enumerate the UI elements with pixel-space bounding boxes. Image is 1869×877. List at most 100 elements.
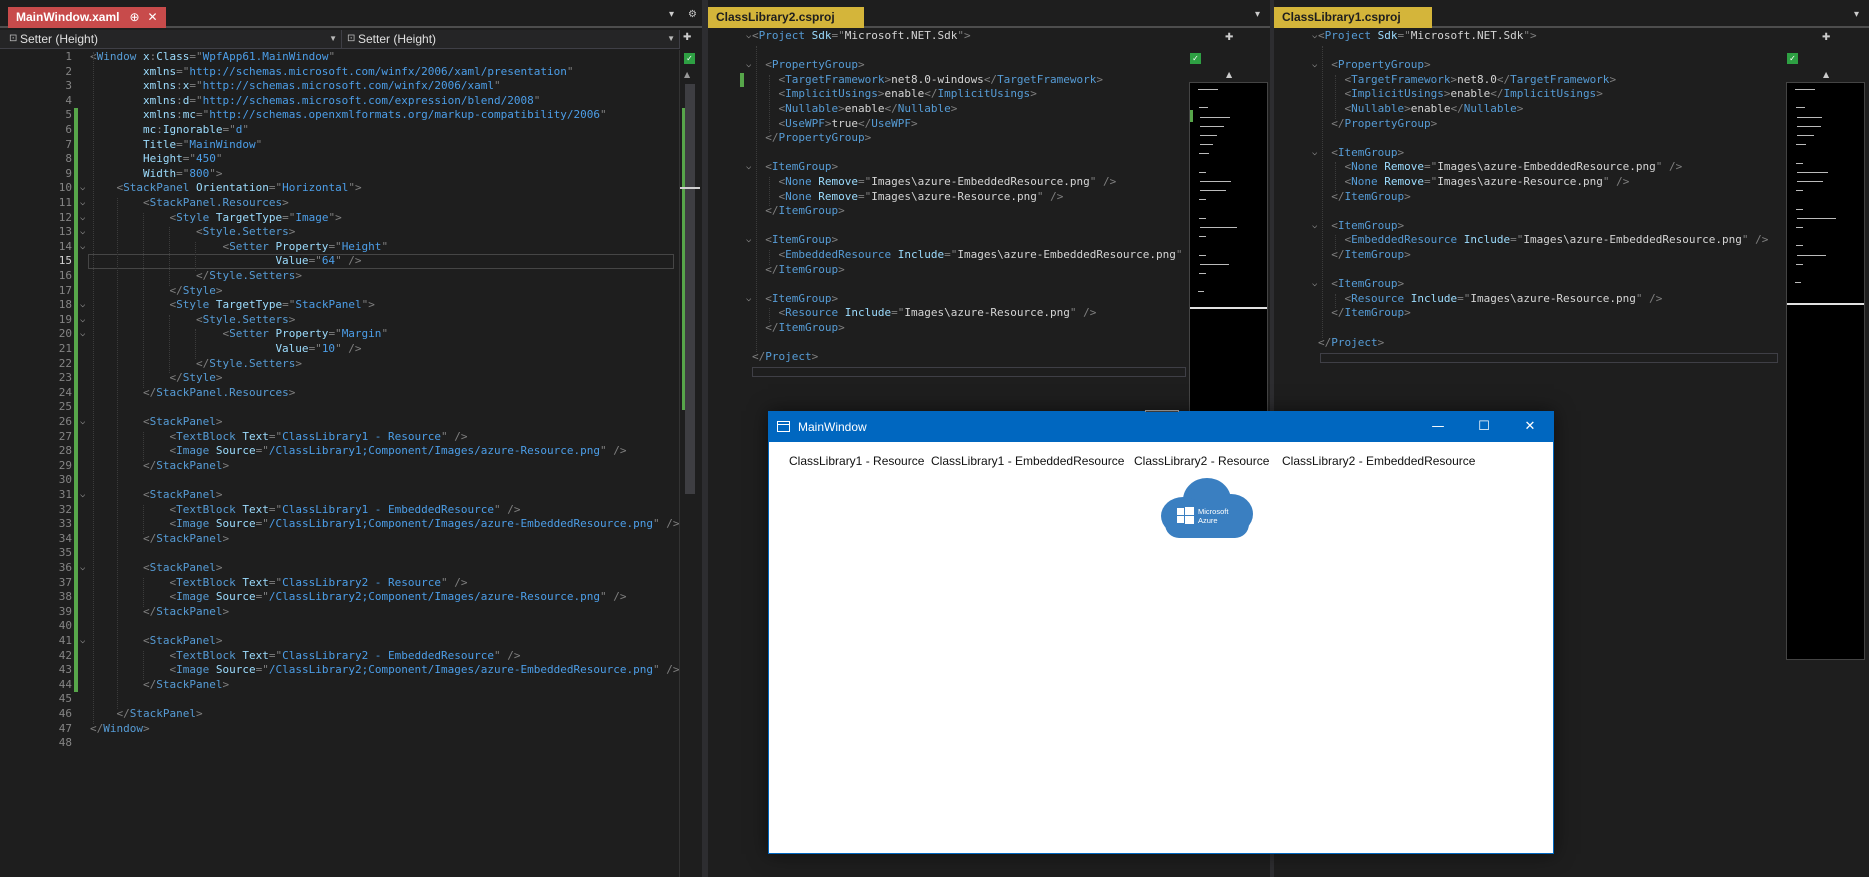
code-line[interactable] — [1274, 131, 1843, 146]
scroll-up-icon[interactable]: ▲ — [1226, 70, 1232, 79]
code-line[interactable]: 33 <Image Source="/ClassLibrary1;Compone… — [0, 517, 679, 532]
pin-icon[interactable]: ⊕ — [129, 10, 139, 24]
code-line[interactable]: ⌵ <ItemGroup> — [1274, 146, 1843, 161]
nav-member-dropdown[interactable]: ⊡ Setter (Height) ▼ — [346, 30, 680, 49]
code-line[interactable]: <None Remove="Images\azure-EmbeddedResou… — [708, 175, 1244, 190]
code-line[interactable]: 23 </Style> — [0, 371, 676, 386]
close-icon[interactable]: ✕ — [148, 10, 158, 24]
wpf-titlebar[interactable]: MainWindow — ☐ ✕ — [769, 412, 1553, 442]
code-line[interactable]: </ItemGroup> — [1274, 306, 1843, 321]
code-line[interactable]: </Project> — [1274, 336, 1843, 351]
fold-chevron-icon[interactable]: ⌵ — [746, 292, 751, 307]
fold-chevron-icon[interactable]: ⌵ — [1312, 146, 1317, 161]
fold-chevron-icon[interactable]: ⌵ — [1312, 219, 1317, 234]
code-line[interactable]: 38 <Image Source="/ClassLibrary2;Compone… — [0, 590, 676, 605]
code-line[interactable]: 36 ⌵ <StackPanel> — [0, 561, 676, 576]
code-line[interactable]: </PropertyGroup> — [708, 131, 1244, 146]
code-line[interactable] — [708, 44, 1244, 59]
code-line[interactable] — [1274, 321, 1843, 336]
code-line[interactable]: 35 — [0, 546, 676, 561]
code-line[interactable]: 8 Height="450" — [0, 152, 676, 167]
code-line[interactable]: 3 xmlns:x="http://schemas.microsoft.com/… — [0, 79, 676, 94]
code-line[interactable] — [1274, 263, 1843, 278]
fold-chevron-icon[interactable]: ⌵ — [746, 29, 751, 44]
code-line[interactable]: <EmbeddedResource Include="Images\azure-… — [1274, 233, 1843, 248]
code-line[interactable] — [708, 146, 1244, 161]
tab-classlibrary1-csproj[interactable]: ClassLibrary1.csproj — [1274, 7, 1432, 28]
code-line[interactable]: 13 ⌵ <Style.Setters> — [0, 225, 676, 240]
code-line[interactable]: 24 </StackPanel.Resources> — [0, 385, 676, 401]
code-line[interactable]: 18 ⌵ <Style TargetType="StackPanel"> — [0, 298, 676, 313]
code-line[interactable]: 46 </StackPanel> — [0, 707, 676, 722]
code-line[interactable]: 29 </StackPanel> — [0, 458, 676, 474]
code-line[interactable]: 26 ⌵ <StackPanel> — [0, 415, 676, 430]
fold-chevron-icon[interactable]: ⌵ — [80, 561, 85, 576]
scroll-up-icon[interactable]: ▲ — [1823, 70, 1829, 79]
code-line[interactable]: 34 </StackPanel> — [0, 531, 676, 547]
code-line[interactable]: 40 — [0, 619, 676, 634]
code-line[interactable]: ⌵ <Project Sdk="Microsoft.NET.Sdk"> — [1274, 29, 1843, 44]
code-line[interactable]: <TargetFramework>net8.0</TargetFramework… — [1274, 73, 1843, 88]
cl1-minimap[interactable] — [1786, 82, 1865, 660]
code-line[interactable]: 30 — [0, 473, 676, 488]
fold-chevron-icon[interactable]: ⌵ — [1312, 277, 1317, 292]
code-line[interactable]: <ImplicitUsings>enable</ImplicitUsings> — [708, 87, 1244, 102]
fold-chevron-icon[interactable]: ⌵ — [80, 181, 85, 196]
cl1-horizontal-scrollbar[interactable] — [1320, 353, 1778, 363]
code-line[interactable]: <UseWPF>true</UseWPF> — [708, 117, 1244, 132]
code-line[interactable]: ⌵ <ItemGroup> — [1274, 277, 1843, 292]
maximize-button[interactable]: ☐ — [1461, 412, 1507, 442]
xaml-vertical-scrollbar[interactable]: ✓ ▲ — [679, 50, 700, 877]
code-line[interactable]: 45 — [0, 692, 676, 707]
cl2-minimap[interactable] — [1189, 82, 1268, 434]
code-line[interactable]: <Resource Include="Images\azure-Resource… — [1274, 292, 1843, 307]
code-line[interactable]: <TargetFramework>net8.0-windows</TargetF… — [708, 72, 1244, 88]
code-line[interactable]: 7 Title="MainWindow" — [0, 137, 676, 153]
code-line[interactable]: ⌵ <Project Sdk="Microsoft.NET.Sdk"> — [708, 29, 1244, 44]
gear-icon[interactable]: ⚙ — [688, 9, 697, 20]
code-line[interactable]: 48 — [0, 736, 676, 751]
code-line[interactable]: </PropertyGroup> — [1274, 117, 1843, 132]
code-line[interactable]: ⌵ <ItemGroup> — [1274, 219, 1843, 234]
code-line[interactable]: 12 ⌵ <Style TargetType="Image"> — [0, 210, 676, 226]
code-line[interactable]: 6 mc:Ignorable="d" — [0, 123, 676, 138]
code-line[interactable]: </ItemGroup> — [1274, 248, 1843, 263]
code-line[interactable]: <ImplicitUsings>enable</ImplicitUsings> — [1274, 87, 1843, 102]
code-line[interactable]: 28 <Image Source="/ClassLibrary1;Compone… — [0, 444, 676, 459]
fold-chevron-icon[interactable]: ⌵ — [80, 240, 85, 255]
code-line[interactable]: 39 </StackPanel> — [0, 604, 676, 620]
code-line[interactable]: 43 <Image Source="/ClassLibrary2;Compone… — [0, 663, 679, 678]
code-line[interactable] — [708, 277, 1244, 292]
tab-mainwindow-xaml[interactable]: MainWindow.xaml ⊕ ✕ — [8, 7, 166, 28]
nav-type-dropdown[interactable]: ⊡ Setter (Height) ▼ — [8, 30, 342, 49]
split-window-icon[interactable]: ✚ — [1822, 32, 1830, 43]
code-line[interactable]: 19 ⌵ <Style.Setters> — [0, 312, 676, 328]
code-line[interactable]: ⌵ <PropertyGroup> — [708, 58, 1244, 73]
scroll-up-icon[interactable]: ▲ — [684, 70, 690, 79]
code-line[interactable]: <Resource Include="Images\azure-Resource… — [708, 306, 1244, 321]
fold-chevron-icon[interactable]: ⌵ — [80, 313, 85, 328]
code-line[interactable]: 25 — [0, 400, 676, 415]
code-line[interactable]: 31 ⌵ <StackPanel> — [0, 488, 676, 503]
code-line[interactable]: 37 <TextBlock Text="ClassLibrary2 - Reso… — [0, 575, 676, 591]
code-line[interactable] — [708, 219, 1244, 234]
tab-classlibrary2-csproj[interactable]: ClassLibrary2.csproj — [708, 7, 864, 28]
code-line[interactable]: </ItemGroup> — [708, 263, 1244, 278]
code-line[interactable]: 32 <TextBlock Text="ClassLibrary1 - Embe… — [0, 502, 676, 518]
code-line[interactable]: 10 ⌵ <StackPanel Orientation="Horizontal"… — [0, 181, 676, 196]
minimize-button[interactable]: — — [1415, 412, 1461, 442]
code-line[interactable] — [708, 336, 1244, 351]
code-line[interactable]: 42 <TextBlock Text="ClassLibrary2 - Embe… — [0, 648, 676, 664]
fold-chevron-icon[interactable]: ⌵ — [80, 488, 85, 503]
xaml-code-area[interactable]: 1 <Window x:Class="WpfApp61.MainWindow" 2 … — [0, 50, 702, 877]
code-line[interactable]: 22 </Style.Setters> — [0, 356, 676, 372]
code-line[interactable]: ⌵ <ItemGroup> — [708, 292, 1244, 307]
tab-list-dropdown-icon[interactable]: ▾ — [1255, 9, 1260, 20]
fold-chevron-icon[interactable]: ⌵ — [80, 225, 85, 240]
code-line[interactable]: <None Remove="Images\azure-Resource.png"… — [708, 190, 1244, 205]
fold-chevron-icon[interactable]: ⌵ — [80, 196, 85, 211]
tab-list-dropdown-icon[interactable]: ▾ — [1854, 9, 1859, 20]
fold-chevron-icon[interactable]: ⌵ — [80, 211, 85, 226]
code-line[interactable]: ⌵ <PropertyGroup> — [1274, 58, 1843, 73]
code-line[interactable]: <Nullable>enable</Nullable> — [1274, 102, 1843, 117]
